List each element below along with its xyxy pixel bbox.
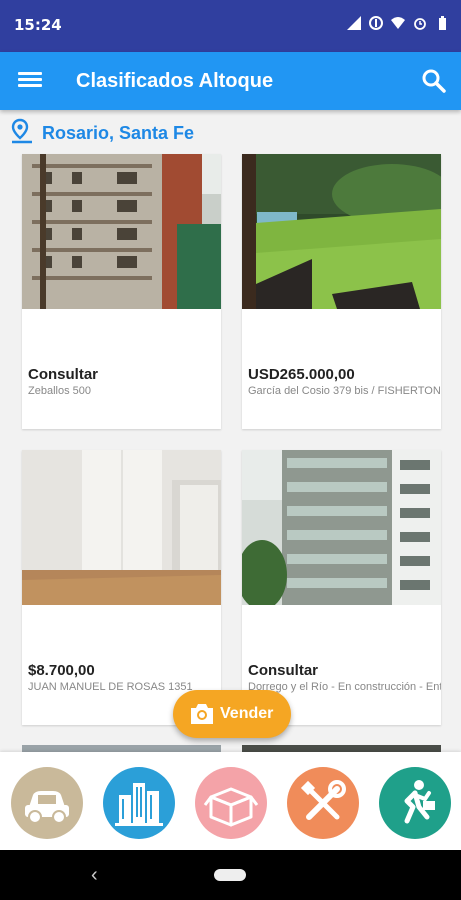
category-jobs[interactable] [379, 767, 451, 839]
category-real-estate[interactable] [103, 767, 175, 839]
back-icon[interactable]: ‹ [91, 864, 98, 887]
status-time: 15:24 [14, 16, 62, 34]
listing-photo [242, 154, 441, 309]
category-bar [0, 752, 461, 850]
data-saver-icon [369, 16, 383, 30]
location-label: Rosario, Santa Fe [42, 123, 195, 143]
listing-address: García del Cosio 379 bis / FISHERTON [248, 385, 441, 397]
box-icon [203, 787, 259, 827]
running-man-icon [404, 780, 435, 824]
listing-photo [22, 450, 221, 605]
buildings-icon [115, 783, 163, 826]
hamburger-menu-icon[interactable] [18, 69, 42, 93]
status-icons [347, 16, 449, 30]
listing-price: Consultar [28, 366, 99, 383]
category-vehicles[interactable] [11, 767, 83, 839]
system-navigation-bar: ‹ [0, 850, 461, 900]
app-title: Clasificados Altoque [76, 70, 274, 92]
listing-card[interactable]: $8.700,00 JUAN MANUEL DE ROSAS 1351 [22, 450, 221, 725]
camera-icon [191, 704, 213, 724]
home-icon[interactable] [214, 869, 246, 881]
listing-address: Zeballos 500 [28, 385, 91, 397]
app-bar: Clasificados Altoque [0, 52, 461, 110]
car-icon [25, 791, 69, 824]
search-icon[interactable] [421, 68, 447, 94]
sell-button[interactable]: Vender [173, 690, 291, 738]
category-services[interactable] [287, 767, 359, 839]
status-bar: 15:24 [0, 0, 461, 52]
location-selector[interactable]: Rosario, Santa Fe [0, 110, 461, 154]
category-products[interactable] [195, 767, 267, 839]
listing-price: USD265.000,00 [248, 366, 355, 383]
listing-price: Consultar [248, 662, 319, 679]
listing-photo [22, 154, 221, 309]
battery-icon [439, 16, 446, 30]
alarm-icon [414, 18, 426, 30]
sell-button-label: Vender [220, 705, 274, 722]
listing-card[interactable]: Consultar Dorrego y el Río - En construc… [242, 450, 441, 725]
listing-photo [242, 450, 441, 605]
listing-card[interactable]: USD265.000,00 García del Cosio 379 bis /… [242, 154, 441, 429]
listing-card[interactable]: Consultar Zeballos 500 [22, 154, 221, 429]
signal-icon [347, 16, 361, 30]
wifi-icon [391, 17, 405, 29]
tools-icon [300, 780, 346, 820]
listing-price: $8.700,00 [28, 662, 95, 679]
location-pin-icon [11, 118, 32, 144]
